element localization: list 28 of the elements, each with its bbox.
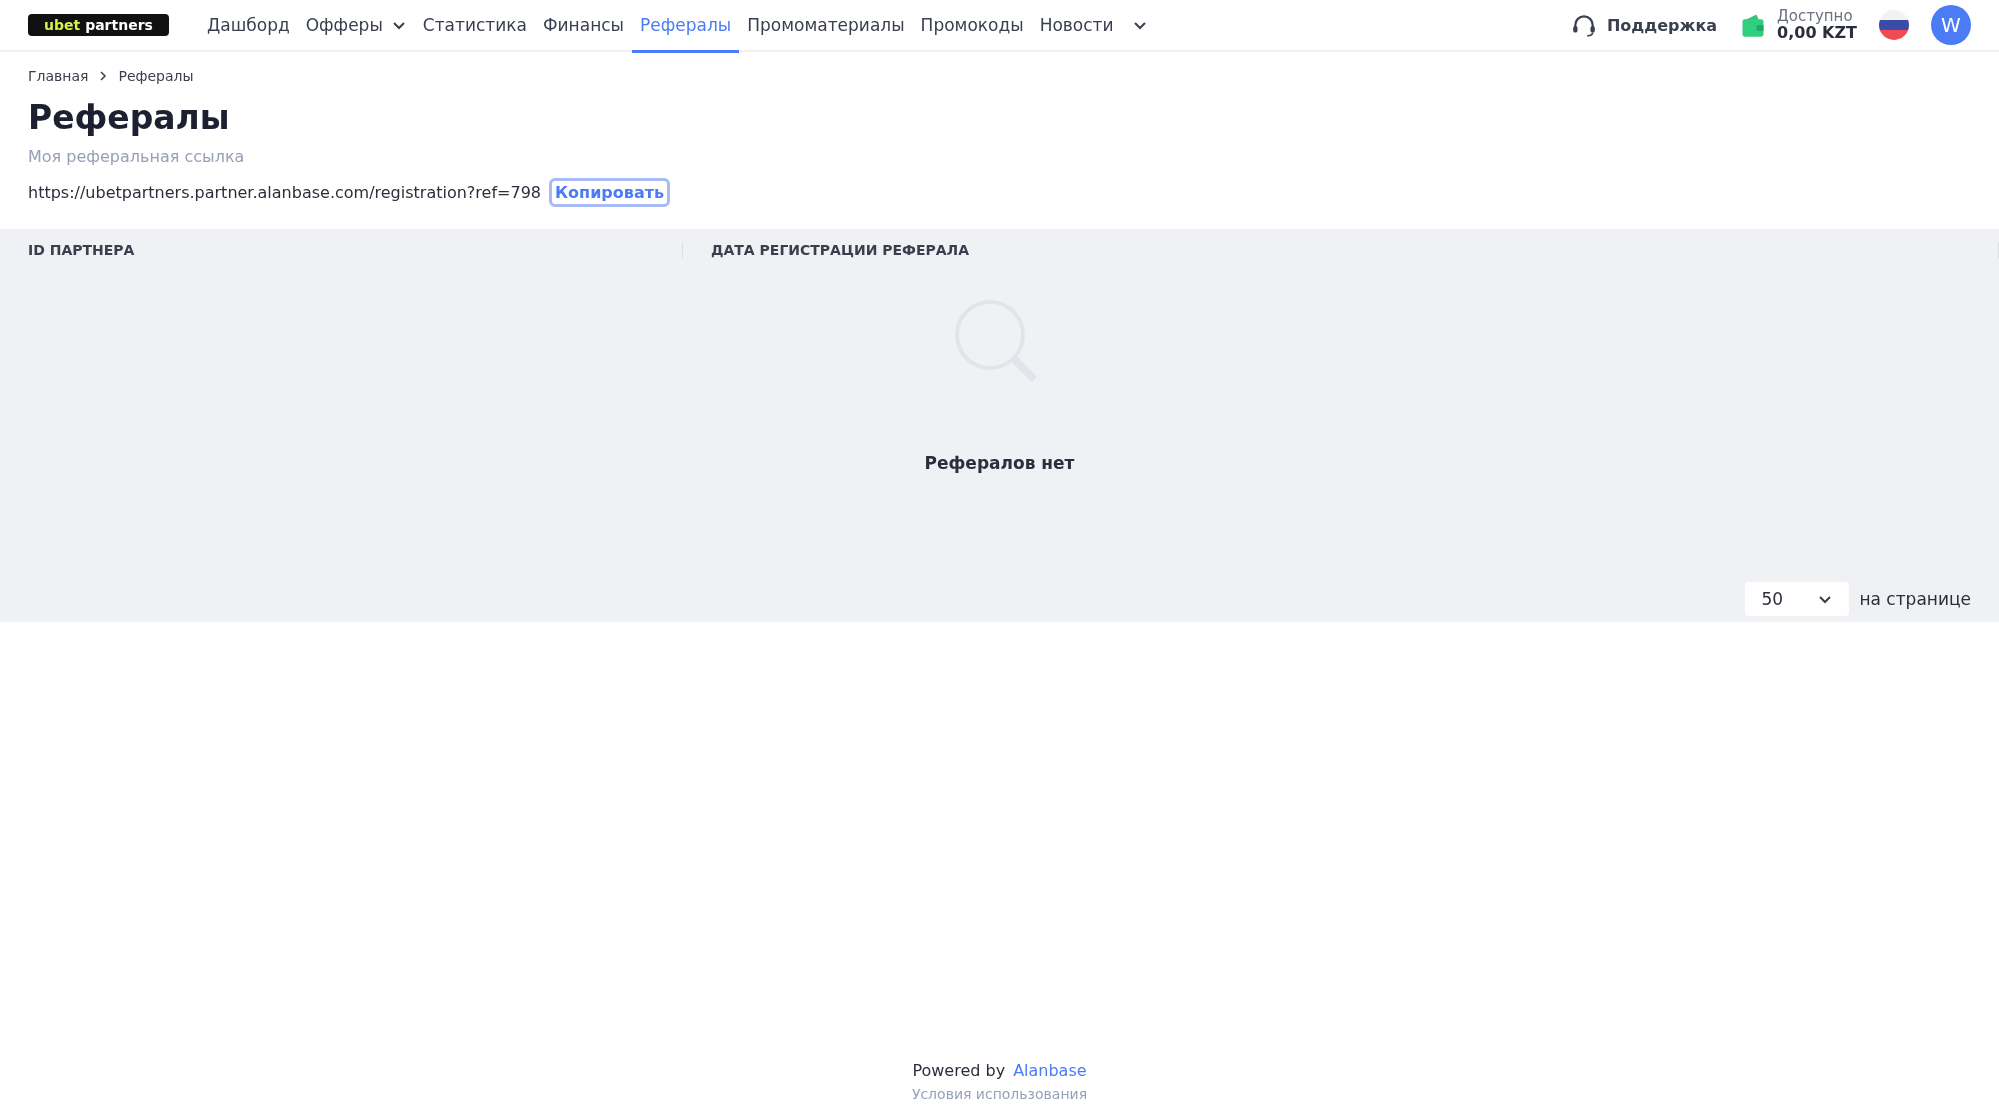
- nav-tab[interactable]: Финансы: [534, 0, 633, 53]
- nav-tab[interactable]: Рефералы: [632, 0, 740, 53]
- empty-message: Рефералов нет: [924, 453, 1075, 473]
- nav-tab[interactable]: Офферы: [297, 0, 415, 53]
- brand-link[interactable]: Alanbase: [1013, 1061, 1087, 1080]
- headset-icon: [1570, 12, 1597, 38]
- column-header: ДАТА РЕГИСТРАЦИИ РЕФЕРАЛА: [683, 242, 1999, 258]
- copy-button[interactable]: Копировать: [549, 178, 671, 207]
- chevron-right-icon: [98, 71, 109, 81]
- nav-tab[interactable]: Новости: [1031, 0, 1122, 53]
- balance-amount: 0,00 KZT: [1777, 24, 1857, 43]
- balance-label: Доступно: [1777, 7, 1854, 25]
- logo[interactable]: ubet partners: [28, 14, 169, 36]
- page-title: Рефералы: [28, 98, 231, 137]
- column-header: ID ПАРТНЕРА: [0, 242, 683, 258]
- nav-tab[interactable]: Промокоды: [912, 0, 1032, 53]
- powered-by-text: Powered by: [912, 1061, 1006, 1080]
- support-link[interactable]: Поддержка: [1570, 12, 1718, 38]
- breadcrumb-link[interactable]: Рефералы: [118, 68, 194, 84]
- per-page-label: на странице: [1859, 589, 1971, 609]
- flag-icon[interactable]: [1879, 10, 1909, 40]
- nav-tab[interactable]: Статистика: [414, 0, 535, 53]
- nav-tab[interactable]: Промоматериалы: [739, 0, 913, 53]
- user-avatar[interactable]: W: [1931, 5, 1971, 45]
- per-page-select[interactable]: 50: [1745, 582, 1850, 616]
- nav-tab[interactable]: Дашборд: [199, 0, 298, 53]
- referral-link-label: Моя реферальная ссылка: [28, 147, 246, 166]
- breadcrumb-link[interactable]: Главная: [28, 68, 89, 84]
